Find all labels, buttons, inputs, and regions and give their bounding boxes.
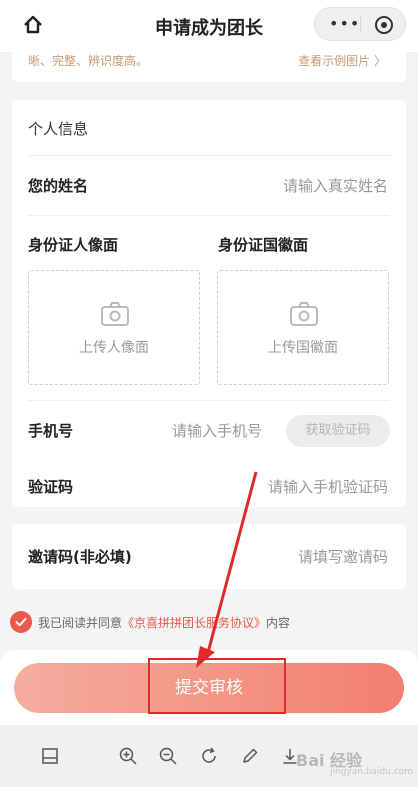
upload-id-back[interactable]: 上传国徽面: [217, 270, 389, 385]
invite-label: 邀请码(非必填): [28, 548, 132, 566]
view-sample-link[interactable]: 查看示例图片 〉: [298, 52, 386, 69]
zoom-out-icon: [159, 747, 177, 765]
annotation-highlight-box: [148, 658, 286, 714]
invite-code-card: 邀请码(非必填) 请填写邀请码: [12, 524, 406, 589]
phone-label: 手机号: [28, 422, 74, 440]
agreement-suffix: 内容: [266, 616, 291, 630]
check-icon: [15, 617, 27, 627]
mini-program-capsule: •••: [314, 7, 406, 41]
edit-icon: [243, 748, 258, 763]
id-front-label: 身份证人像面: [28, 236, 119, 254]
name-label: 您的姓名: [28, 177, 89, 195]
zoom-out-button[interactable]: [156, 744, 180, 768]
zoom-in-icon: [119, 747, 137, 765]
hint-text: 晰、完整、辨识度高。: [28, 54, 149, 68]
layout-button[interactable]: [38, 744, 62, 768]
divider: [28, 155, 390, 156]
rotate-icon: [202, 747, 216, 763]
viewer-toolbar: Bai 经验 jingyan.baidu.com: [0, 725, 418, 787]
divider: [28, 400, 390, 401]
more-dots-icon[interactable]: •••: [329, 14, 360, 33]
camera-icon: [290, 302, 318, 326]
baidu-watermark-url: jingyan.baidu.com: [330, 767, 414, 777]
upload-id-front[interactable]: 上传人像面: [28, 270, 200, 385]
rotate-button[interactable]: [197, 744, 221, 768]
capsule-divider: [360, 16, 361, 33]
agreement-prefix: 我已阅读并同意: [38, 616, 123, 630]
id-back-label: 身份证国徽面: [218, 236, 309, 254]
code-label: 验证码: [28, 478, 74, 496]
get-code-button[interactable]: 获取验证码: [286, 415, 390, 447]
agree-checkbox[interactable]: [10, 611, 32, 633]
upload-back-label: 上传国徽面: [268, 340, 338, 356]
divider: [28, 215, 390, 216]
edit-button[interactable]: [238, 744, 262, 768]
name-input[interactable]: 请输入真实姓名: [283, 175, 388, 196]
camera-icon: [101, 302, 129, 326]
layout-icon: [42, 748, 58, 764]
zoom-in-button[interactable]: [116, 744, 140, 768]
code-input[interactable]: 请输入手机验证码: [268, 476, 388, 497]
invite-input[interactable]: 请填写邀请码: [298, 546, 388, 567]
section-title: 个人信息: [28, 120, 89, 138]
agreement-text: 我已阅读并同意《京喜拼拼团长服务协议》内容: [38, 614, 290, 631]
phone-input[interactable]: 请输入手机号: [172, 420, 262, 441]
id-hint-card: 晰、完整、辨识度高。 查看示例图片 〉: [12, 52, 406, 82]
top-bar: 申请成为团长 •••: [0, 0, 418, 53]
target-circle-icon[interactable]: [373, 14, 395, 36]
personal-info-card: 个人信息 您的姓名 请输入真实姓名 身份证人像面 身份证国徽面 上传人像面 上传…: [12, 100, 406, 507]
agreement-link[interactable]: 《京喜拼拼团长服务协议》: [122, 616, 266, 630]
upload-front-label: 上传人像面: [79, 340, 149, 356]
